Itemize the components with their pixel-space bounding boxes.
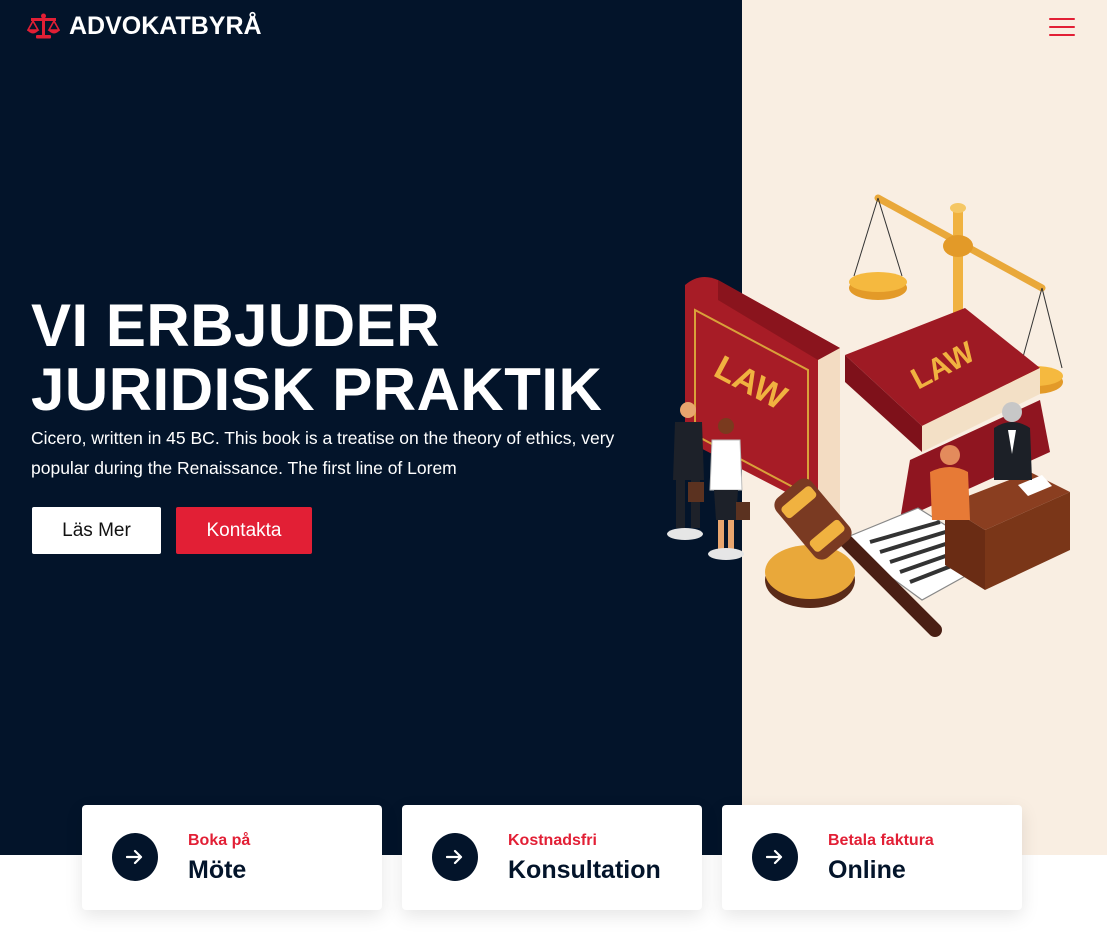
law-book-standing: LAW: [685, 276, 840, 520]
arrow-right-icon: [126, 849, 143, 865]
card-small-label: Boka på: [188, 832, 251, 849]
hero-subtitle: Cicero, written in 45 BC. This book is a…: [31, 428, 615, 478]
arrow-right-icon: [766, 849, 783, 865]
brand-logo[interactable]: ADVOKATBYRÅ: [27, 11, 262, 41]
card-pay-invoice[interactable]: Betala faktura Online: [722, 805, 1022, 910]
card-big-label: Möte: [188, 856, 247, 884]
hero-headline: VI ERBJUDER JURIDISK PRAKTIK: [31, 294, 602, 422]
card-big-label: Online: [828, 856, 906, 884]
card-big-label: Konsultation: [508, 856, 661, 884]
card-small-label: Betala faktura: [828, 832, 934, 849]
law-illustration: LAW LAW: [667, 194, 1070, 637]
card-small-label: Kostnadsfri: [508, 832, 597, 849]
headline-line-2: JURIDISK PRAKTIK: [31, 356, 603, 423]
scales-icon: [27, 13, 60, 39]
card-arrow-button[interactable]: [752, 833, 798, 881]
arrow-right-icon: [446, 849, 463, 865]
hamburger-menu-icon[interactable]: [1046, 14, 1076, 40]
card-book-meeting[interactable]: Boka på Möte: [82, 805, 382, 910]
headline-line-1: VI ERBJUDER: [31, 292, 440, 359]
card-arrow-button[interactable]: [432, 833, 478, 881]
read-more-button[interactable]: Läs Mer: [32, 507, 161, 554]
card-free-consultation[interactable]: Kostnadsfri Konsultation: [402, 805, 702, 910]
contact-button[interactable]: Kontakta: [176, 507, 312, 554]
brand-name: ADVOKATBYRÅ: [69, 12, 262, 40]
card-arrow-button[interactable]: [112, 833, 158, 881]
